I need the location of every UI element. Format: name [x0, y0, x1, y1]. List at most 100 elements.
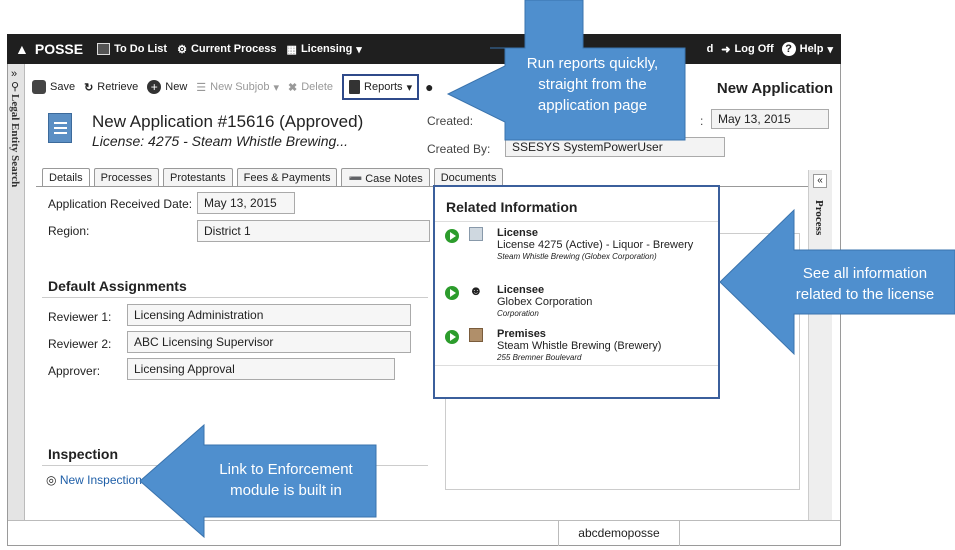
play-icon[interactable]	[445, 229, 459, 243]
tab-fees-payments[interactable]: Fees & Payments	[236, 168, 338, 186]
reports-callout-text: Run reports quickly, straight from the a…	[500, 53, 685, 116]
page-title: New Application	[716, 80, 833, 97]
related-divider	[435, 221, 718, 222]
chevron-down-icon: ▾	[356, 43, 362, 56]
reports-button[interactable]: Reports ▾	[342, 74, 420, 100]
related-item-detail: Globex Corporation	[497, 296, 593, 308]
chevron-down-icon: ▾	[406, 81, 413, 94]
gear-icon: ⚙	[177, 43, 187, 56]
collapse-icon[interactable]: «	[813, 174, 827, 188]
reviewer2-label: Reviewer 2:	[48, 337, 112, 351]
new-inspection-link[interactable]: ◎ New Inspection	[46, 473, 142, 487]
legal-entity-search-label: Legal Entity Search	[9, 94, 21, 188]
created-by-label: Created By:	[427, 142, 491, 156]
region-field[interactable]: District 1	[197, 220, 430, 242]
date-field: May 13, 2015	[711, 109, 829, 129]
current-process-label: Current Process	[190, 43, 277, 55]
region-label: Region:	[48, 224, 90, 238]
new-label: New	[165, 81, 188, 93]
related-item-type: Licensee	[497, 284, 545, 296]
callout-line: See all information	[802, 265, 928, 282]
pin-icon: ➖	[348, 173, 366, 185]
list-icon	[97, 43, 111, 55]
save-button[interactable]: Save	[32, 80, 75, 94]
section-divider	[42, 297, 428, 298]
approver-label: Approver:	[48, 364, 101, 378]
related-item-detail: License 4275 (Active) - Liquor - Brewery	[497, 239, 694, 251]
todo-list-label: To Do List	[114, 43, 168, 55]
chevron-down-icon: ▾	[273, 81, 280, 94]
current-user: abcdemoposse	[558, 521, 680, 546]
approver-field[interactable]: Licensing Approval	[127, 358, 395, 380]
expand-icon[interactable]: »	[11, 68, 17, 80]
related-item-type: Premises	[497, 328, 546, 340]
play-icon[interactable]	[445, 286, 459, 300]
help-menu[interactable]: ? Help ▾	[781, 42, 833, 56]
callout-line: straight from the	[538, 76, 647, 93]
todo-list-menu[interactable]: To Do List	[97, 43, 167, 55]
record-subtitle: License: 4275 - Steam Whistle Brewing...	[92, 133, 349, 149]
new-subjob-label: New Subjob	[210, 81, 270, 93]
tab-bar: Details Processes Protestants Fees & Pay…	[42, 168, 504, 186]
play-icon[interactable]	[445, 330, 459, 344]
callout-line: application page	[537, 97, 648, 114]
topbar-right: d ➜ Log Off ? Help ▾	[707, 34, 833, 64]
top-navigation-bar: ▲ POSSE To Do List ⚙ Current Process ▦ L…	[7, 34, 841, 64]
topbar-status-text: d	[706, 43, 714, 55]
reviewer2-field[interactable]: ABC Licensing Supervisor	[127, 331, 411, 353]
document-icon	[48, 113, 72, 143]
grid-icon: ▦	[286, 43, 297, 56]
process-label: Process	[813, 200, 825, 236]
related-callout-text: See all information related to the licen…	[775, 263, 955, 305]
person-icon: ☻	[469, 283, 483, 298]
binoculars-icon: ◎	[46, 473, 57, 487]
report-icon	[349, 80, 361, 94]
delete-icon: ✖	[288, 81, 298, 94]
toolbar: Save ↻ Retrieve + New ☰ New Subjob ▾ ✖ D…	[32, 74, 443, 100]
building-icon	[469, 328, 483, 342]
received-date-field[interactable]: May 13, 2015	[197, 192, 295, 214]
bulb-icon[interactable]: ●	[425, 79, 433, 95]
search-icon: ⚲	[11, 81, 20, 93]
log-off-icon: ➜	[721, 43, 731, 56]
related-information-heading: Related Information	[446, 199, 578, 215]
tab-processes[interactable]: Processes	[93, 168, 159, 186]
callout-line: Run reports quickly,	[526, 55, 659, 72]
help-label: Help	[799, 43, 824, 55]
tab-case-notes[interactable]: ➖ Case Notes	[341, 168, 430, 186]
retrieve-icon: ↻	[84, 81, 94, 94]
created-label: Created:	[427, 114, 474, 128]
tab-details[interactable]: Details	[42, 168, 90, 186]
retrieve-label: Retrieve	[97, 81, 139, 93]
tab-protestants[interactable]: Protestants	[162, 168, 233, 186]
legal-entity-search-sidebar[interactable]: » ⚲ Legal Entity Search	[8, 64, 25, 520]
new-inspection-label: New Inspection	[59, 473, 142, 487]
related-item-detail: Steam Whistle Brewing (Brewery)	[497, 340, 662, 352]
inspection-heading: Inspection	[48, 446, 119, 462]
log-off-label: Log Off	[734, 43, 774, 55]
process-sidebar[interactable]: « Process	[808, 170, 832, 520]
brand[interactable]: ▲ POSSE	[7, 41, 83, 57]
reports-label: Reports	[364, 81, 403, 93]
new-button[interactable]: + New	[147, 80, 187, 94]
plus-icon: +	[147, 80, 162, 94]
new-subjob-button[interactable]: ☰ New Subjob ▾	[196, 81, 279, 94]
licensing-menu[interactable]: ▦ Licensing ▾	[287, 43, 362, 56]
current-process-menu[interactable]: ⚙ Current Process	[177, 43, 276, 56]
delete-label: Delete	[301, 81, 334, 93]
related-bottom-divider	[435, 365, 718, 366]
help-icon: ?	[781, 42, 796, 56]
log-off-button[interactable]: ➜ Log Off	[721, 43, 773, 56]
reviewer1-field[interactable]: Licensing Administration	[127, 304, 411, 326]
related-item-sub: Corporation	[497, 309, 539, 318]
enforcement-callout-text: Link to Enforcement module is built in	[196, 459, 376, 501]
delete-button[interactable]: ✖ Delete	[288, 81, 333, 94]
related-information-panel: Related Information License License 4275…	[433, 185, 720, 399]
posse-logo-icon: ▲	[15, 41, 29, 57]
tab-case-notes-label: Case Notes	[365, 173, 423, 185]
related-item-type: License	[497, 227, 538, 239]
created-by-field: SSESYS SystemPowerUser	[505, 137, 725, 157]
tab-documents[interactable]: Documents	[433, 168, 504, 186]
callout-line: related to the license	[795, 286, 935, 303]
retrieve-button[interactable]: ↻ Retrieve	[84, 81, 138, 94]
